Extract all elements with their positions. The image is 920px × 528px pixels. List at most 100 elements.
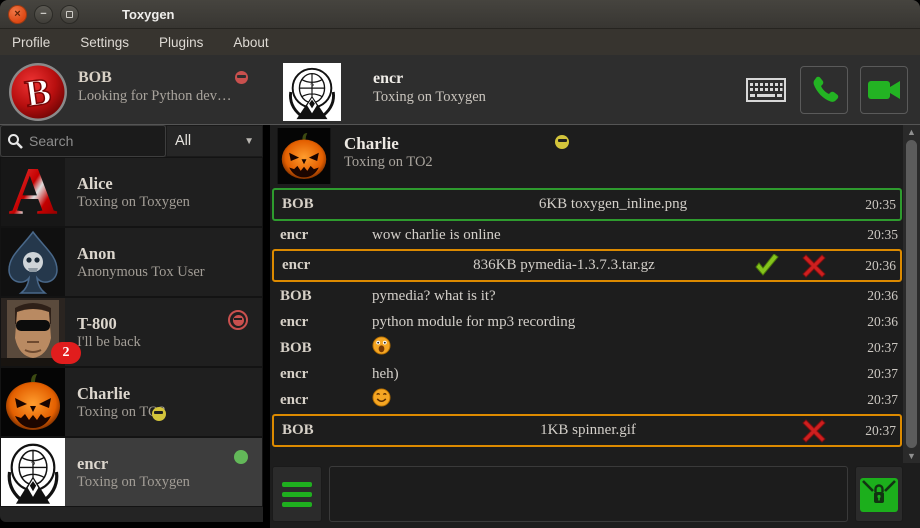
message-author: encr: [280, 314, 372, 331]
contact-row-t800[interactable]: T-800 I'll be back 2: [0, 297, 263, 367]
active-friend-name: encr: [373, 69, 486, 88]
video-camera-icon: [866, 75, 902, 105]
unread-count-badge: 2: [51, 342, 81, 364]
top-panel: BOB Looking for Python dev… encr Toxing …: [0, 55, 920, 125]
audio-call-button[interactable]: [800, 66, 848, 114]
text-message: encr heh) 20:37: [272, 361, 902, 387]
screen-keyboard-button[interactable]: [744, 73, 788, 107]
messages-area: Charlie Toxing on TO2 BOB 6KB toxygen_in…: [270, 125, 920, 463]
message-author: BOB: [280, 288, 372, 305]
contact-row-anon[interactable]: Anon Anonymous Tox User: [0, 227, 263, 297]
message-input[interactable]: [329, 466, 848, 522]
message-author: encr: [282, 257, 374, 274]
contact-name: T-800: [77, 314, 141, 334]
contact-name: Alice: [77, 174, 190, 194]
message-author: BOB: [282, 422, 374, 439]
scroll-down-arrow[interactable]: ▼: [907, 450, 916, 462]
send-message-button[interactable]: [855, 466, 903, 522]
self-name: BOB: [78, 68, 248, 87]
contact-status-message: Toxing on Toxygen: [77, 194, 190, 211]
message-time: 20:37: [854, 392, 898, 408]
away-status-icon: [152, 407, 166, 421]
maximize-window-button[interactable]: [60, 5, 79, 24]
file-transfer-message: BOB 1KB spinner.gif 20:37: [272, 414, 902, 447]
self-status-message: Looking for Python dev…: [78, 87, 248, 106]
charlie-avatar-pumpkin: [1, 368, 65, 436]
message-author: encr: [280, 366, 372, 383]
self-avatar-bob: [8, 62, 68, 122]
contact-name: encr: [77, 454, 190, 474]
self-profile-card[interactable]: BOB Looking for Python dev…: [0, 57, 270, 122]
phone-icon: [807, 73, 841, 107]
message-author: BOB: [282, 196, 374, 213]
message-time: 20:36: [854, 288, 898, 304]
contact-name: Anon: [77, 244, 205, 264]
menu-profile[interactable]: Profile: [12, 35, 50, 50]
toxygen-window: × − Toxygen Profile Settings Plugins Abo…: [0, 0, 920, 528]
contact-filter-dropdown[interactable]: All ▼: [166, 125, 263, 157]
call-controls: [744, 66, 920, 114]
message-text: [372, 388, 854, 412]
scroll-up-arrow[interactable]: ▲: [907, 126, 916, 138]
contact-row-alice[interactable]: Alice Toxing on Toxygen: [0, 157, 263, 227]
cancel-file-button[interactable]: [802, 419, 826, 443]
online-status-icon: [234, 450, 248, 464]
menu-bar: Profile Settings Plugins About: [0, 29, 920, 55]
contact-filter-value: All: [175, 133, 191, 149]
chevron-down-icon: ▼: [244, 136, 254, 147]
busy-status-icon: [228, 310, 248, 330]
contact-status-message: Anonymous Tox User: [77, 264, 205, 281]
contacts-sidebar: All ▼ Alice Toxing on Toxygen Anon A: [0, 125, 263, 522]
close-window-button[interactable]: ×: [8, 5, 27, 24]
contact-status-message: Toxing on Toxygen: [77, 474, 190, 491]
contact-status-message: I'll be back: [77, 334, 141, 351]
sidebar-divider: [263, 125, 270, 528]
message-list: Charlie Toxing on TO2 BOB 6KB toxygen_in…: [270, 125, 903, 463]
alice-avatar-letter-a: [1, 158, 65, 226]
contact-row-encr[interactable]: encr Toxing on Toxygen: [0, 437, 263, 507]
encr-avatar-anonymous: [1, 438, 65, 506]
smiley-message: encr 20:37: [272, 387, 902, 413]
self-busy-status-icon: [235, 71, 248, 84]
chat-header-status-message: Toxing on TO2: [344, 153, 509, 172]
message-time: 20:35: [852, 197, 896, 213]
file-name-label: 836KB pymedia-1.3.7.3.tar.gz: [374, 257, 754, 274]
message-text: wow charlie is online: [372, 227, 854, 244]
menu-plugins[interactable]: Plugins: [159, 35, 203, 50]
title-bar: × − Toxygen: [0, 0, 920, 29]
search-row: All ▼: [0, 125, 263, 157]
decline-file-button[interactable]: [802, 254, 826, 278]
contact-row-charlie[interactable]: Charlie Toxing on TO2: [0, 367, 263, 437]
menu-settings[interactable]: Settings: [80, 35, 129, 50]
chat-menu-button[interactable]: [272, 466, 322, 522]
keyboard-icon: [746, 78, 786, 102]
contact-list: Alice Toxing on Toxygen Anon Anonymous T…: [0, 157, 263, 522]
video-call-button[interactable]: [860, 66, 908, 114]
chat-header-avatar-pumpkin: [276, 128, 332, 184]
menu-about[interactable]: About: [233, 35, 268, 50]
main-body: All ▼ Alice Toxing on Toxygen Anon A: [0, 125, 920, 528]
anon-avatar-spade-skull: [1, 228, 65, 296]
chat-column: Charlie Toxing on TO2 BOB 6KB toxygen_in…: [270, 125, 920, 528]
accept-file-button[interactable]: [754, 254, 780, 278]
chat-header-away-icon: [555, 135, 569, 149]
scrollbar-thumb[interactable]: [906, 140, 917, 448]
message-text: heh): [372, 366, 854, 383]
messages-scrollbar[interactable]: ▲ ▼: [903, 125, 920, 463]
minimize-window-button[interactable]: −: [34, 5, 53, 24]
shocked-face-emoji: [372, 336, 391, 355]
text-message: encr python module for mp3 recording 20:…: [272, 309, 902, 335]
search-box: [0, 125, 166, 157]
file-transfer-message: BOB 6KB toxygen_inline.png 20:35: [272, 188, 902, 221]
file-name-label: 1KB spinner.gif: [374, 422, 802, 439]
message-author: BOB: [280, 340, 372, 357]
active-friend-card: encr Toxing on Toxygen: [270, 58, 744, 121]
window-title: Toxygen: [122, 7, 175, 22]
smiling-face-emoji: [372, 388, 391, 407]
active-friend-status-message: Toxing on Toxygen: [373, 88, 486, 107]
search-icon: [7, 133, 23, 149]
text-message: encr wow charlie is online 20:35: [272, 222, 902, 248]
contact-name: Charlie: [77, 384, 166, 404]
search-input[interactable]: [29, 133, 149, 149]
file-transfer-message: encr 836KB pymedia-1.3.7.3.tar.gz 20:36: [272, 249, 902, 282]
